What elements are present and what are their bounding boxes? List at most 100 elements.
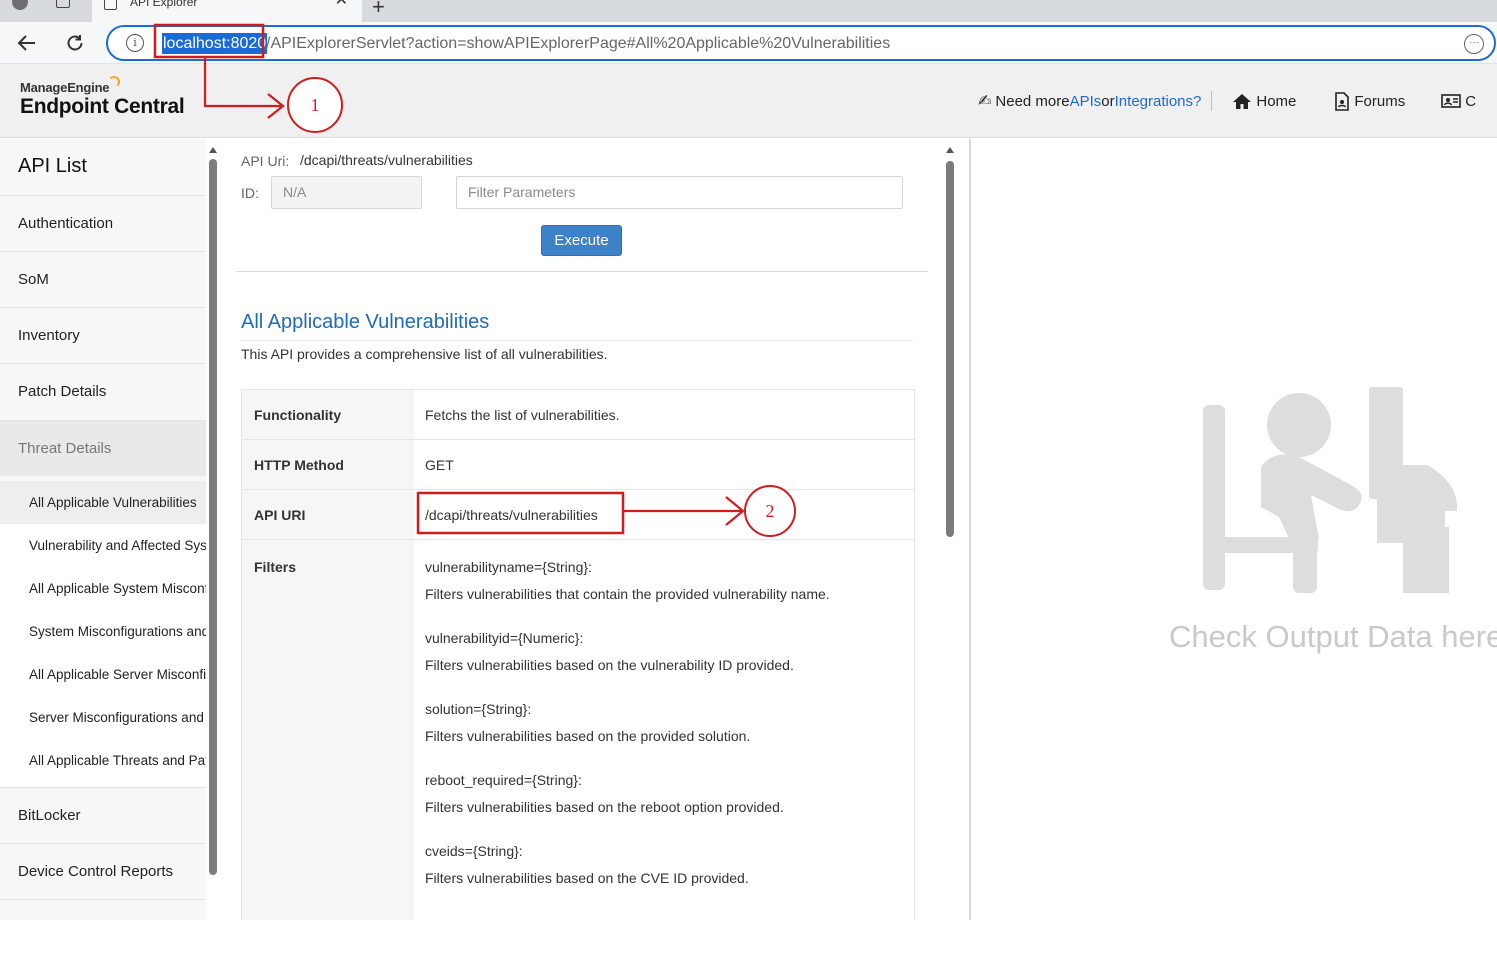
api-detail-panel: API Uri: /dcapi/threats/vulnerabilities … bbox=[222, 139, 942, 920]
page-icon bbox=[104, 0, 117, 10]
sidebar-item-patch-details[interactable]: Patch Details bbox=[0, 363, 206, 419]
sidebar-item-authentication[interactable]: Authentication bbox=[0, 195, 206, 251]
filter-desc: Filters vulnerabilities based on the reb… bbox=[425, 799, 784, 815]
execute-button[interactable]: Execute bbox=[541, 225, 622, 256]
sidebar-scrollbar[interactable] bbox=[206, 139, 220, 920]
brand-endpoint-central[interactable]: Endpoint Central bbox=[20, 95, 185, 119]
header-links: ✍ Need more APIs or Integrations ? Home … bbox=[978, 90, 1476, 112]
id-field[interactable]: N/A bbox=[271, 176, 422, 209]
api-uri-table-value: /dcapi/threats/vulnerabilities bbox=[425, 506, 598, 523]
address-path[interactable]: /APIExplorerServlet?action=showAPIExplor… bbox=[266, 33, 890, 54]
apis-link[interactable]: APIs bbox=[1070, 93, 1102, 110]
submenu-item-all-threats-and-patches[interactable]: All Applicable Threats and Patches bbox=[0, 739, 206, 782]
need-more-or: or bbox=[1101, 92, 1115, 110]
threat-details-submenu: All Applicable Vulnerabilities Vulnerabi… bbox=[0, 481, 206, 787]
scroll-up-arrow-icon[interactable] bbox=[946, 147, 954, 153]
home-link[interactable]: Home bbox=[1232, 93, 1296, 110]
forums-link[interactable]: Forums bbox=[1334, 91, 1406, 111]
table-row: HTTP Method GET bbox=[242, 440, 914, 490]
more-options-icon[interactable]: ··· bbox=[1464, 34, 1484, 54]
submenu-item-vulnerability-affected-systems[interactable]: Vulnerability and Affected Systems bbox=[0, 524, 206, 567]
api-list-sidebar: API List Authentication SoM Inventory Pa… bbox=[0, 139, 206, 920]
contact-link[interactable]: C bbox=[1441, 93, 1476, 110]
table-row: Filters vulnerabilityname={String}: Filt… bbox=[242, 540, 914, 920]
reload-icon[interactable] bbox=[62, 30, 88, 56]
sidebar-item-bitlocker[interactable]: BitLocker bbox=[0, 787, 206, 843]
api-uri-key: API URI bbox=[242, 490, 414, 539]
submenu-item-system-misconfigurations-affected[interactable]: System Misconfigurations and Affected Sy… bbox=[0, 610, 206, 653]
home-icon bbox=[1233, 93, 1252, 109]
http-method-value: GET bbox=[425, 456, 454, 473]
filter-desc: Filters vulnerabilities based on the vul… bbox=[425, 657, 794, 673]
sidebar-item-inventory[interactable]: Inventory bbox=[0, 307, 206, 363]
filter-item: solution={String}: Filters vulnerabiliti… bbox=[425, 700, 903, 745]
close-tab-icon[interactable]: ✕ bbox=[335, 0, 348, 10]
address-bar[interactable]: i localhost:8020 /APIExplorerServlet?act… bbox=[106, 25, 1496, 61]
filter-param: vulnerabilityid={Numeric}: bbox=[425, 630, 584, 646]
api-uri-value: /dcapi/threats/vulnerabilities bbox=[300, 152, 473, 168]
back-arrow-icon[interactable] bbox=[14, 30, 40, 56]
filter-desc: Filters vulnerabilities based on the CVE… bbox=[425, 870, 749, 886]
feather-pen-icon: ✍ bbox=[978, 93, 992, 110]
header-divider bbox=[1211, 91, 1213, 111]
forums-label: Forums bbox=[1354, 92, 1406, 110]
submenu-item-server-misconfigurations-affected[interactable]: Server Misconfigurations and Affected Sy… bbox=[0, 696, 206, 739]
filter-parameters-input[interactable]: Filter Parameters bbox=[456, 176, 903, 209]
http-method-key: HTTP Method bbox=[242, 440, 414, 489]
api-uri-label: API Uri: bbox=[241, 153, 290, 169]
callout-2-label: 2 bbox=[765, 501, 775, 521]
submenu-item-all-applicable-vulnerabilities[interactable]: All Applicable Vulnerabilities bbox=[0, 481, 206, 524]
browser-toolbar: i localhost:8020 /APIExplorerServlet?act… bbox=[0, 22, 1497, 64]
profile-icon[interactable] bbox=[12, 0, 28, 10]
home-label: Home bbox=[1256, 92, 1297, 110]
contact-card-icon bbox=[1441, 94, 1462, 108]
output-panel: Check Output Data here bbox=[969, 139, 1497, 920]
filter-item: vulnerabilityname={String}: Filters vuln… bbox=[425, 558, 903, 603]
filter-item: reboot_required={String}: Filters vulner… bbox=[425, 771, 903, 816]
contact-label: C bbox=[1465, 92, 1477, 110]
filter-param: solution={String}: bbox=[425, 701, 532, 717]
api-list-title: API List bbox=[18, 155, 87, 177]
id-label: ID: bbox=[241, 185, 259, 201]
functionality-key: Functionality bbox=[242, 390, 414, 439]
table-row: Functionality Fetchs the list of vulnera… bbox=[242, 390, 914, 440]
sidebar-scroll-thumb[interactable] bbox=[209, 159, 217, 875]
content-scroll-thumb[interactable] bbox=[946, 161, 954, 537]
sidebar-item-device-control-reports[interactable]: Device Control Reports bbox=[0, 843, 206, 899]
integrations-link[interactable]: Integrations bbox=[1115, 93, 1193, 110]
title-underline bbox=[241, 340, 913, 341]
need-more-question: ? bbox=[1193, 92, 1202, 110]
submenu-item-all-server-misconfigurations[interactable]: All Applicable Server Misconfigurations bbox=[0, 653, 206, 696]
submenu-item-all-system-misconfigurations[interactable]: All Applicable System Misconfigurations bbox=[0, 567, 206, 610]
filter-item: vulnerabilityid={Numeric}: Filters vulne… bbox=[425, 629, 903, 674]
filter-param: cveids={String}: bbox=[425, 843, 523, 859]
forums-document-icon bbox=[1335, 91, 1350, 111]
filter-desc: Filters vulnerabilities that contain the… bbox=[425, 586, 830, 602]
tab-actions-icon[interactable] bbox=[56, 0, 70, 8]
scroll-up-arrow-icon[interactable] bbox=[209, 147, 217, 153]
api-details-table: Functionality Fetchs the list of vulnera… bbox=[241, 389, 915, 920]
filters-list: vulnerabilityname={String}: Filters vuln… bbox=[414, 540, 914, 920]
new-tab-icon[interactable]: + bbox=[372, 0, 385, 20]
filter-item: cveids={String}: Filters vulnerabilities… bbox=[425, 842, 903, 887]
sidebar-item-threat-details[interactable]: Threat Details bbox=[0, 420, 206, 476]
functionality-value: Fetchs the list of vulnerabilities. bbox=[425, 406, 620, 423]
brand-logo-icon bbox=[108, 76, 120, 88]
filters-key: Filters bbox=[242, 540, 414, 920]
api-title: All Applicable Vulnerabilities bbox=[241, 311, 490, 333]
filter-desc: Filters vulnerabilities based on the pro… bbox=[425, 728, 751, 744]
api-description: This API provides a comprehensive list o… bbox=[241, 346, 608, 362]
callout-1-label: 1 bbox=[310, 95, 320, 115]
output-placeholder: Check Output Data here bbox=[1169, 619, 1497, 654]
browser-tab-api-explorer[interactable]: API Explorer ✕ bbox=[92, 0, 362, 22]
info-icon[interactable]: i bbox=[126, 34, 144, 52]
sidebar-item-som[interactable]: SoM bbox=[0, 251, 206, 307]
sidebar-item-next[interactable] bbox=[0, 899, 206, 920]
address-host[interactable]: localhost:8020 bbox=[162, 33, 268, 54]
content-scrollbar[interactable] bbox=[943, 139, 957, 920]
person-at-computer-icon bbox=[1203, 387, 1458, 593]
app-header: ManageEngine Endpoint Central ✍ Need mor… bbox=[0, 64, 1497, 138]
divider bbox=[236, 271, 928, 272]
filter-param: reboot_required={String}: bbox=[425, 772, 582, 788]
need-more-apis-link[interactable]: ✍ Need more APIs or Integrations ? bbox=[978, 91, 1201, 111]
